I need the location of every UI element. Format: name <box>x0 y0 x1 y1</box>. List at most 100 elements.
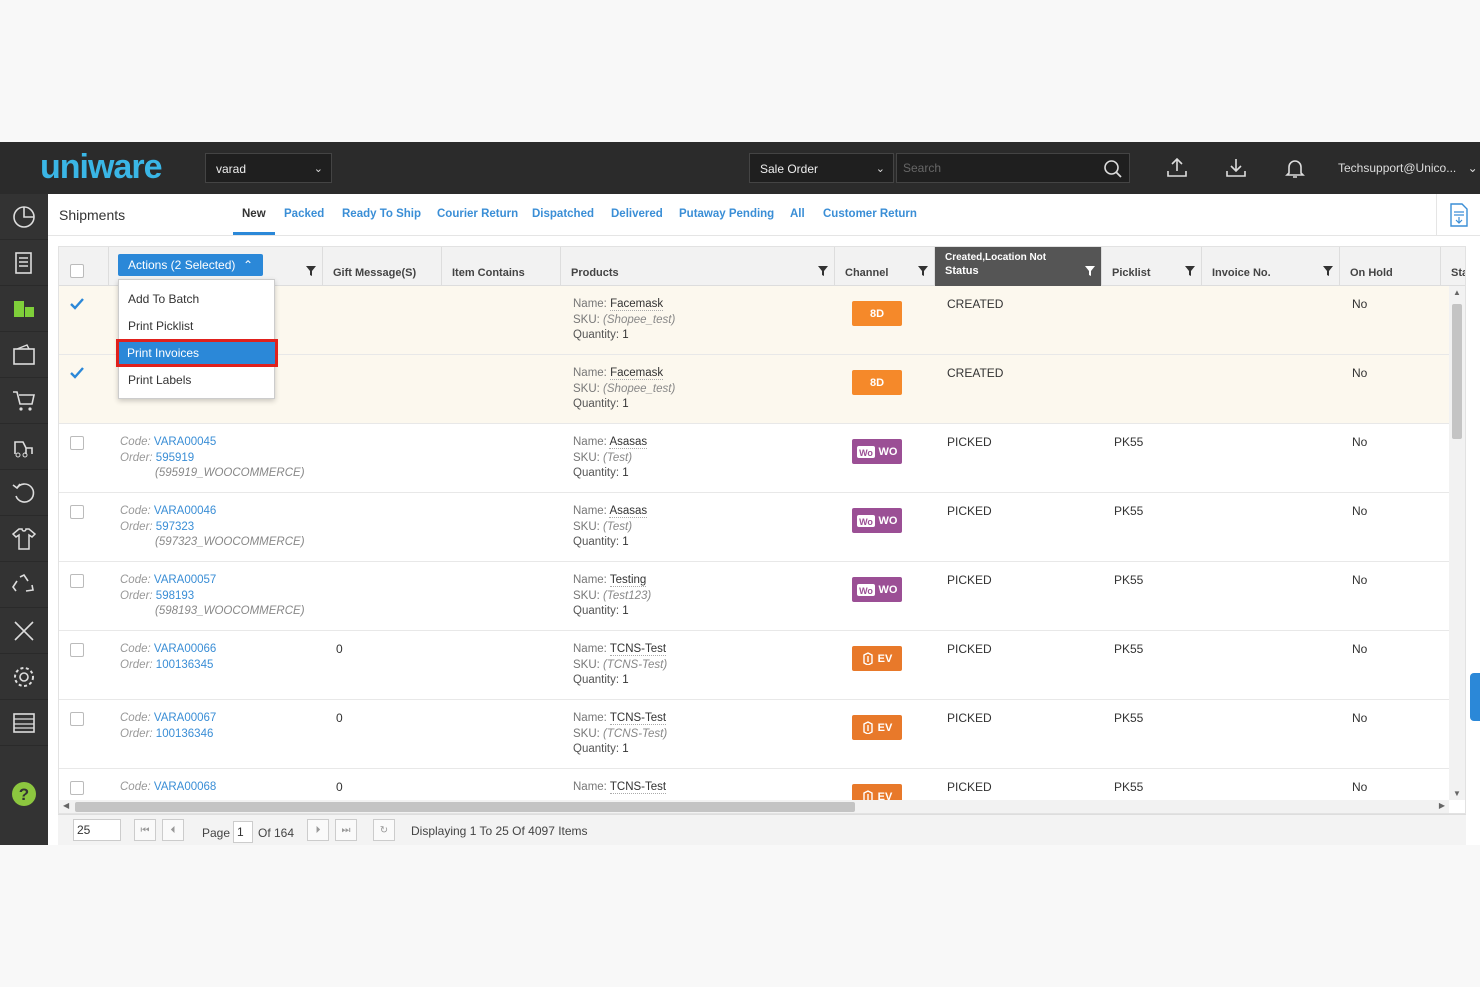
order-label: Order: <box>120 451 153 464</box>
next-page-button[interactable]: ⏵ <box>307 819 329 841</box>
product-name[interactable]: Testing <box>609 574 647 587</box>
shipment-code-link[interactable]: VARA00045 <box>154 436 216 448</box>
filter-icon[interactable] <box>306 266 316 276</box>
row-checkbox[interactable] <box>70 643 84 657</box>
actions-button[interactable]: Actions (2 Selected) ⌃ <box>118 254 263 276</box>
sidebar-item-returns[interactable] <box>0 470 48 516</box>
product-sku-value: TCNS-Test <box>606 727 664 740</box>
order-link[interactable]: 598193 <box>156 590 194 602</box>
row-checkbox[interactable] <box>70 781 84 795</box>
row-checkbox[interactable] <box>70 505 84 519</box>
scroll-down-arrow[interactable]: ▼ <box>1453 789 1461 798</box>
tab-putaway-pending[interactable]: Putaway Pending <box>679 208 774 220</box>
sidebar-item-reports[interactable] <box>0 700 48 746</box>
row-checkbox[interactable] <box>70 298 84 312</box>
product-name[interactable]: TCNS-Test <box>609 643 667 656</box>
menu-item-print-labels[interactable]: Print Labels <box>119 368 274 392</box>
sidebar-item-inventory[interactable] <box>0 332 48 378</box>
side-panel-tab[interactable] <box>1470 673 1480 721</box>
menu-item-print-invoices[interactable]: Print Invoices <box>116 339 278 367</box>
sidebar-item-tools[interactable] <box>0 608 48 654</box>
on-hold-value: No <box>1352 435 1368 449</box>
product-name[interactable]: TCNS-Test <box>609 712 667 725</box>
search-input[interactable] <box>897 154 1097 182</box>
horizontal-scrollbar[interactable]: ◀ ▶ <box>59 800 1449 813</box>
row-checkbox[interactable] <box>70 436 84 450</box>
search-scope-select[interactable]: Sale Order ⌄ <box>749 153 894 183</box>
order-link[interactable]: 595919 <box>156 452 194 464</box>
order-link[interactable]: 100136345 <box>156 659 214 671</box>
shipment-code-link[interactable]: VARA00067 <box>154 712 216 724</box>
export-button[interactable] <box>1436 194 1480 236</box>
first-page-button[interactable]: ⏮ <box>134 819 156 841</box>
order-link[interactable]: 597323 <box>156 521 194 533</box>
tab-new[interactable]: New <box>242 208 266 220</box>
vertical-scroll-thumb[interactable] <box>1452 304 1462 439</box>
sidebar-item-dashboard[interactable] <box>0 194 48 240</box>
row-checkbox[interactable] <box>70 367 84 381</box>
menu-item-add-to-batch[interactable]: Add To Batch <box>119 287 274 311</box>
bell-icon[interactable] <box>1283 156 1307 180</box>
product-name[interactable]: Facemask <box>610 367 664 380</box>
page-number-input[interactable]: 1 <box>233 821 253 843</box>
sidebar-item-settings[interactable] <box>0 654 48 700</box>
table-row[interactable]: Code: VARA00045 Order: 595919 (595919_WOOC… <box>59 424 1449 493</box>
sidebar-item-help[interactable]: ? <box>0 771 48 817</box>
facility-select[interactable]: varad ⌄ <box>205 153 332 183</box>
prev-page-button[interactable]: ⏴ <box>162 819 184 841</box>
next-page-icon: ⏵ <box>315 824 321 836</box>
filter-icon[interactable] <box>1185 266 1195 276</box>
shipment-code-link[interactable]: VARA00057 <box>154 574 216 586</box>
scroll-left-arrow[interactable]: ◀ <box>63 801 69 810</box>
sidebar-item-purchase[interactable] <box>0 378 48 424</box>
tab-dispatched[interactable]: Dispatched <box>532 208 594 220</box>
sidebar-item-shipments[interactable] <box>0 286 48 332</box>
sidebar-item-orders[interactable] <box>0 240 48 286</box>
scroll-up-arrow[interactable]: ▲ <box>1453 288 1461 297</box>
row-checkbox[interactable] <box>70 574 84 588</box>
sidebar-item-warehouse[interactable] <box>0 424 48 470</box>
scroll-right-arrow[interactable]: ▶ <box>1439 801 1445 810</box>
filter-icon[interactable] <box>1085 266 1095 276</box>
order-link[interactable]: 100136346 <box>156 728 214 740</box>
product-name[interactable]: Asasas <box>609 436 648 449</box>
table-row[interactable]: Code: VARA00046 Order: 597323 (597323_WOOC… <box>59 493 1449 562</box>
product-sku: (TCNS-Test) <box>603 727 668 740</box>
tab-delivered[interactable]: Delivered <box>611 208 663 220</box>
shipment-code-link[interactable]: VARA00068 <box>154 781 216 793</box>
tab-all[interactable]: All <box>790 208 805 220</box>
download-icon[interactable] <box>1224 156 1248 180</box>
shipment-code-link[interactable]: VARA00046 <box>154 505 216 517</box>
menu-item-print-picklist[interactable]: Print Picklist <box>119 314 274 338</box>
table-row[interactable]: Code: VARA00067 Order: 100136346 0 Name: TC… <box>59 700 1449 769</box>
product-name[interactable]: Asasas <box>609 505 648 518</box>
last-page-button[interactable]: ⏭ <box>335 819 357 841</box>
sidebar-item-recycle[interactable] <box>0 562 48 608</box>
user-menu[interactable]: Techsupport@Unico... ⌄ <box>1338 142 1478 194</box>
horizontal-scroll-thumb[interactable] <box>75 802 855 812</box>
search-icon[interactable] <box>1103 159 1123 179</box>
gift-message-value: 0 <box>336 780 343 794</box>
shipment-code-cell: Code: VARA00068 <box>120 780 216 796</box>
product-quantity: 1 <box>622 605 629 617</box>
filter-icon[interactable] <box>818 266 828 276</box>
shipment-code-link[interactable]: VARA00066 <box>154 643 216 655</box>
tab-ready-to-ship[interactable]: Ready To Ship <box>342 208 421 220</box>
table-row[interactable]: Code: VARA00066 Order: 100136345 0 Name: TC… <box>59 631 1449 700</box>
page-size-input[interactable]: 25 <box>73 819 121 841</box>
filter-icon[interactable] <box>918 266 928 276</box>
row-checkbox[interactable] <box>70 712 84 726</box>
table-row[interactable]: Code: VARA00057 Order: 598193 (598193_WOOC… <box>59 562 1449 631</box>
tab-courier-return[interactable]: Courier Return <box>437 208 518 220</box>
filter-icon[interactable] <box>1323 266 1333 276</box>
tab-packed[interactable]: Packed <box>284 208 324 220</box>
tab-customer-return[interactable]: Customer Return <box>823 208 917 220</box>
product-name[interactable]: TCNS-Test <box>609 781 667 794</box>
upload-icon[interactable] <box>1165 156 1189 180</box>
refresh-button[interactable]: ↻ <box>373 819 395 841</box>
vertical-scrollbar[interactable]: ▲ ▼ <box>1449 286 1465 800</box>
select-all-checkbox[interactable] <box>70 264 84 278</box>
product-quantity: 1 <box>622 398 629 410</box>
product-name[interactable]: Facemask <box>610 298 664 311</box>
sidebar-item-products[interactable] <box>0 516 48 562</box>
